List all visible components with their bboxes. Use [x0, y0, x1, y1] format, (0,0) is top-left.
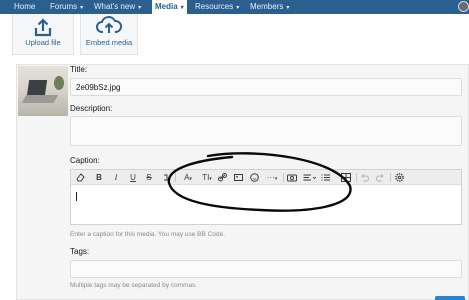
- tags-label: Tags:: [70, 247, 90, 256]
- tags-hint: Multiple tags may be separated by commas…: [70, 282, 198, 289]
- caption-hint: Enter a caption for this media. You may …: [70, 231, 226, 238]
- underline-button[interactable]: U: [129, 172, 137, 183]
- settings-icon[interactable]: [395, 172, 404, 183]
- nav-resources[interactable]: Resources ▾: [195, 0, 239, 14]
- undo-icon[interactable]: [360, 172, 369, 183]
- laptop-screen: [26, 80, 48, 96]
- chevron-down-icon: ▾: [138, 5, 142, 11]
- media-thumbnail: [18, 66, 68, 116]
- embed-icon: [96, 16, 122, 33]
- title-input[interactable]: 2e09bSz.jpg: [70, 78, 462, 96]
- nav-home[interactable]: Home: [14, 0, 35, 14]
- nav-forums-label: Forums: [50, 2, 78, 11]
- toolbar-divider: [390, 173, 391, 182]
- laptop-base: [21, 95, 59, 103]
- caption-label: Caption:: [70, 156, 100, 165]
- chevron-down-icon: ▾: [80, 5, 84, 11]
- italic-button[interactable]: I: [112, 172, 120, 183]
- save-button[interactable]: [435, 296, 465, 300]
- nav-members-label: Members: [250, 2, 284, 11]
- chevron-down-icon: ▾: [236, 5, 240, 11]
- hand-drawn-circle-annotation: [167, 152, 352, 212]
- title-input-value: 2e09bSz.jpg: [76, 83, 121, 92]
- upload-icon: [34, 18, 52, 37]
- nav-forums[interactable]: Forums ▾: [50, 0, 83, 14]
- plant-shape: [54, 76, 64, 90]
- nav-whats-new[interactable]: What's new ▾: [94, 0, 141, 14]
- nav-media-label: Media: [155, 2, 178, 11]
- tags-input[interactable]: [70, 260, 462, 278]
- nav-media[interactable]: Media ▾: [152, 0, 187, 14]
- nav-whats-new-label: What's new: [94, 2, 136, 11]
- strikethrough-button[interactable]: S: [145, 172, 153, 183]
- top-navigation: Home Forums ▾ What's new ▾ Media ▾ Resource…: [0, 0, 469, 14]
- embed-media-label: Embed media: [85, 38, 133, 47]
- eraser-icon[interactable]: [76, 172, 85, 183]
- upload-file-button[interactable]: Upload file: [12, 14, 74, 55]
- title-label: Title:: [70, 65, 88, 74]
- embed-media-button[interactable]: Embed media: [80, 14, 138, 55]
- nav-home-label: Home: [14, 2, 36, 11]
- description-label: Description:: [70, 104, 113, 113]
- nav-resources-label: Resources: [195, 2, 234, 11]
- text-cursor: [76, 192, 77, 201]
- redo-icon[interactable]: [376, 172, 385, 183]
- upload-file-label: Upload file: [25, 38, 61, 47]
- bold-button[interactable]: B: [95, 172, 103, 183]
- avatar[interactable]: [458, 1, 469, 12]
- chevron-down-icon: ▾: [180, 5, 184, 11]
- chevron-down-icon: ▾: [286, 5, 290, 11]
- description-input[interactable]: [70, 116, 462, 146]
- nav-members[interactable]: Members ▾: [250, 0, 289, 14]
